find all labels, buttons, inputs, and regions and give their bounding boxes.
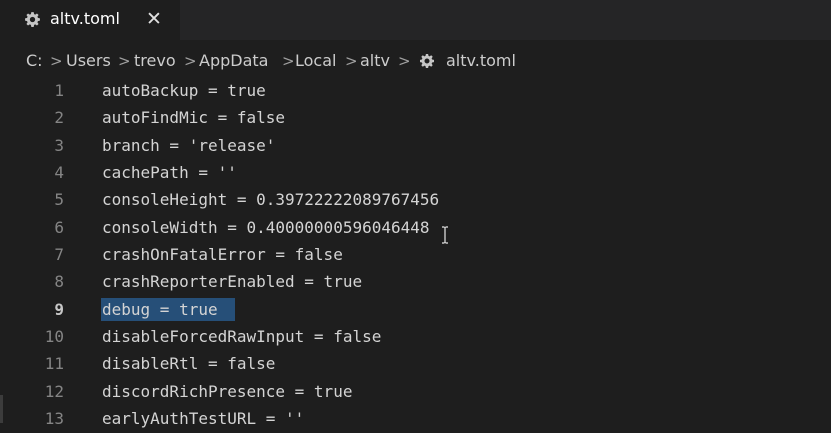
code-line[interactable]: 8 crashReporterEnabled = true: [0, 268, 831, 295]
code-line[interactable]: 11 disableRtl = false: [0, 350, 831, 377]
chevron-right-icon: >: [398, 52, 411, 70]
line-number: 6: [54, 218, 64, 237]
code-line[interactable]: 6 consoleWidth = 0.40000000596046448: [0, 214, 831, 241]
line-number: 10: [44, 327, 64, 346]
code-text[interactable]: debug = true: [102, 300, 218, 319]
code-text[interactable]: disableForcedRawInput = false: [102, 327, 381, 346]
scrollbar-edge: [0, 395, 3, 423]
breadcrumb-item-local[interactable]: Local: [295, 51, 336, 70]
gear-icon: [420, 54, 434, 68]
code-line[interactable]: 12 discordRichPresence = true: [0, 378, 831, 405]
code-line[interactable]: 2 autoFindMic = false: [0, 104, 831, 131]
line-number: 1: [54, 81, 64, 100]
code-line[interactable]: 13 earlyAuthTestURL = '': [0, 405, 831, 432]
chevron-right-icon: >: [282, 52, 295, 70]
code-text[interactable]: disableRtl = false: [102, 354, 275, 373]
tab-label: altv.toml: [50, 9, 120, 28]
code-line-active[interactable]: 9 debug = true: [0, 296, 831, 323]
line-number: 7: [54, 245, 64, 264]
tab-bar: altv.toml ✕: [0, 0, 831, 40]
code-editor[interactable]: 1 autoBackup = true 2 autoFindMic = fals…: [0, 77, 831, 433]
line-number: 12: [44, 382, 64, 401]
code-text[interactable]: earlyAuthTestURL = '': [102, 409, 304, 428]
line-number: 3: [54, 136, 64, 155]
line-number: 5: [54, 190, 64, 209]
code-line[interactable]: 4 cachePath = '': [0, 159, 831, 186]
line-number: 9: [54, 300, 64, 319]
code-text[interactable]: cachePath = '': [102, 163, 237, 182]
breadcrumb-item-c[interactable]: C:: [26, 51, 43, 70]
code-text[interactable]: crashReporterEnabled = true: [102, 272, 362, 291]
code-line[interactable]: 5 consoleHeight = 0.39722222089767456: [0, 186, 831, 213]
code-text[interactable]: autoBackup = true: [102, 81, 266, 100]
code-text[interactable]: autoFindMic = false: [102, 108, 285, 127]
code-line[interactable]: 7 crashOnFatalError = false: [0, 241, 831, 268]
code-line[interactable]: 1 autoBackup = true: [0, 77, 831, 104]
gear-icon: [25, 12, 40, 27]
line-number: 2: [54, 108, 64, 127]
text-cursor-icon: [442, 226, 448, 244]
breadcrumb-item-users[interactable]: Users: [66, 51, 111, 70]
code-line[interactable]: 10 disableForcedRawInput = false: [0, 323, 831, 350]
line-number: 13: [44, 409, 64, 428]
breadcrumb-item-trevo[interactable]: trevo: [134, 51, 176, 70]
line-number: 4: [54, 163, 64, 182]
code-text[interactable]: consoleWidth = 0.40000000596046448: [102, 218, 430, 237]
chevron-right-icon: >: [345, 52, 358, 70]
line-number: 11: [44, 354, 64, 373]
code-text[interactable]: crashOnFatalError = false: [102, 245, 343, 264]
code-text[interactable]: consoleHeight = 0.39722222089767456: [102, 190, 439, 209]
tab-altv-toml[interactable]: altv.toml ✕: [0, 0, 180, 40]
breadcrumb-item-appdata[interactable]: AppData: [199, 51, 268, 70]
chevron-right-icon: >: [184, 52, 197, 70]
code-line[interactable]: 3 branch = 'release': [0, 132, 831, 159]
close-icon[interactable]: ✕: [146, 8, 162, 30]
code-text[interactable]: discordRichPresence = true: [102, 382, 352, 401]
chevron-right-icon: >: [118, 52, 131, 70]
code-text[interactable]: branch = 'release': [102, 136, 275, 155]
chevron-right-icon: >: [50, 52, 63, 70]
breadcrumb-item-file[interactable]: altv.toml: [446, 51, 516, 70]
breadcrumb-item-altv[interactable]: altv: [360, 51, 390, 70]
line-number: 8: [54, 272, 64, 291]
